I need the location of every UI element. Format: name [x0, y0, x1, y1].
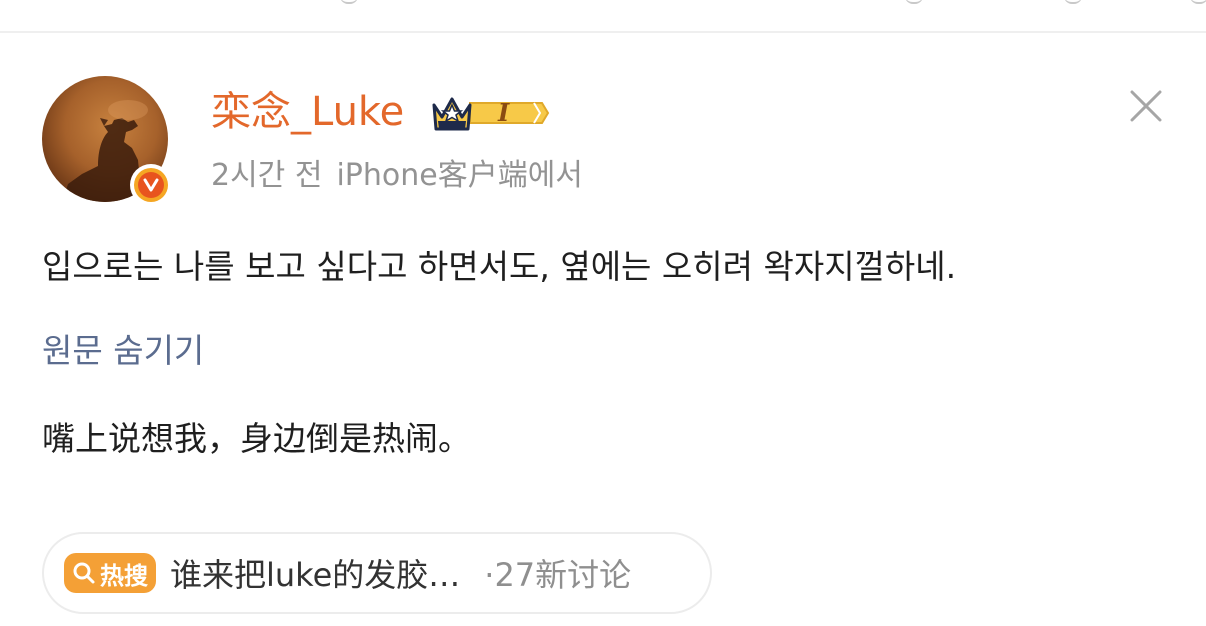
top-divider — [0, 31, 1206, 33]
hot-search-tag: 热搜 — [64, 553, 156, 593]
hot-topic-title: 谁来把luke的发胶… — [170, 556, 461, 594]
crown-icon[interactable]: I — [430, 91, 550, 135]
hot-search-label: 热搜 — [100, 561, 148, 590]
hide-original-link[interactable]: 원문 숨기기 — [42, 328, 204, 374]
hot-topic-discussion-count: ·27新讨论 — [484, 556, 632, 594]
post-time: 2시간 전 — [211, 158, 323, 193]
previous-item-fragment — [1190, 0, 1206, 4]
hot-topic-card[interactable]: 热搜 谁来把luke的发胶… ·27新讨论 — [42, 532, 712, 614]
author-name[interactable]: 栾念_Luke — [211, 84, 404, 140]
verified-icon — [130, 164, 172, 206]
previous-item-fragment — [905, 0, 923, 4]
close-button[interactable] — [1128, 88, 1164, 124]
post-translated-text: 입으로는 나를 보고 싶다고 하면서도, 옆에는 오히려 왁자지껄하네. — [42, 247, 957, 286]
post-source[interactable]: iPhone客户端에서 — [336, 158, 582, 193]
previous-item-fragment — [340, 0, 358, 4]
member-level: I — [498, 98, 510, 127]
close-icon — [1130, 90, 1162, 122]
search-icon — [70, 559, 98, 587]
post-meta: 2시간 전 iPhone客户端에서 — [211, 156, 583, 196]
avatar[interactable] — [42, 76, 172, 206]
previous-item-fragment — [1064, 0, 1082, 4]
post-original-text: 嘴上说想我，身边倒是热闹。 — [42, 419, 471, 458]
